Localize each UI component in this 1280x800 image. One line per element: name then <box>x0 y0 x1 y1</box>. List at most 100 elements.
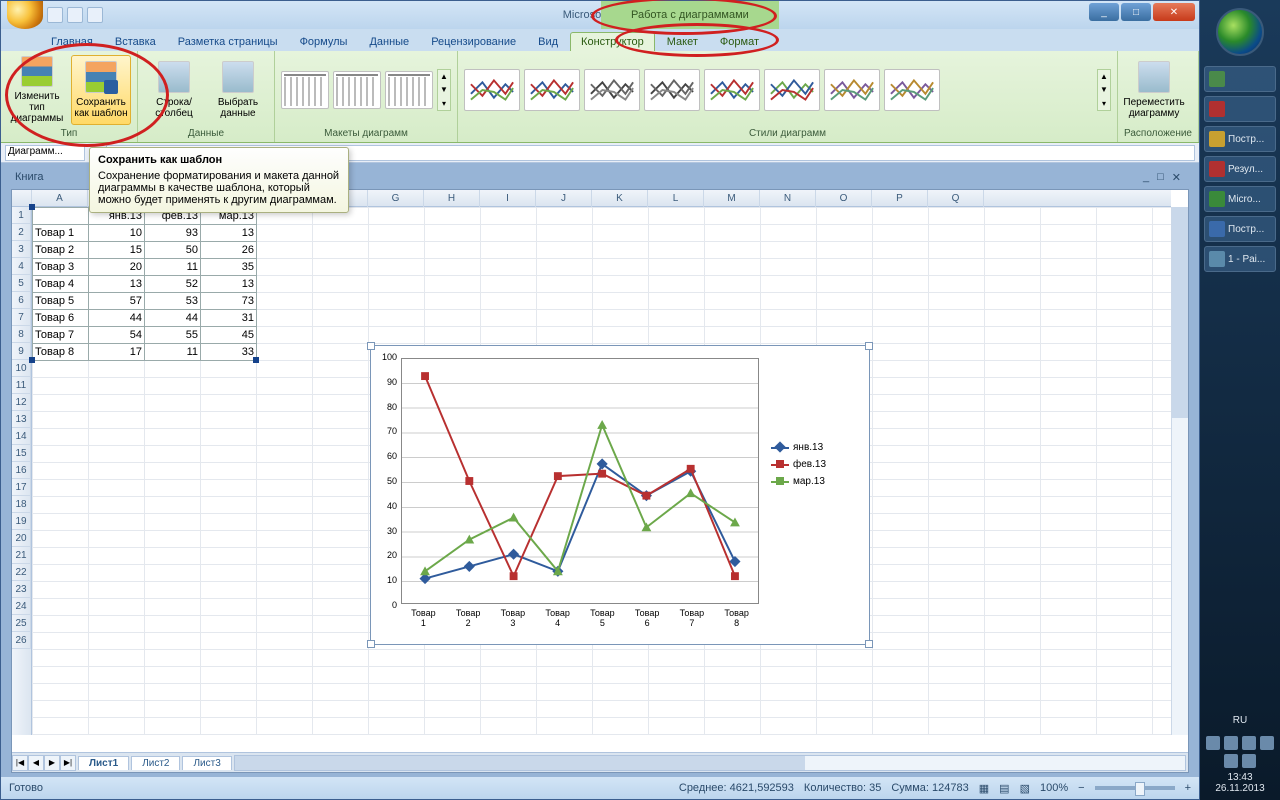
taskbar-item[interactable] <box>1204 96 1276 122</box>
row-header[interactable]: 16 <box>12 462 31 479</box>
move-chart-button[interactable]: Переместить диаграмму <box>1124 55 1184 125</box>
view-layout-icon[interactable]: ▤ <box>999 782 1009 795</box>
resize-handle[interactable] <box>865 640 873 648</box>
clock-date[interactable]: 26.11.2013 <box>1200 783 1280 794</box>
start-button[interactable] <box>1216 8 1264 56</box>
chart-style-preset[interactable] <box>824 69 880 111</box>
last-sheet-button[interactable]: ▶| <box>60 755 76 771</box>
cell-grid[interactable]: янв.13фев.13мар.13Товар 1109313Товар 215… <box>32 207 1171 735</box>
scrollbar-thumb[interactable] <box>1172 207 1188 418</box>
column-header[interactable]: P <box>872 190 928 207</box>
cell[interactable]: Товар 4 <box>33 276 89 293</box>
column-header[interactable]: N <box>760 190 816 207</box>
close-button[interactable]: ✕ <box>1153 3 1195 21</box>
name-box[interactable]: Диаграмм... <box>5 145 85 161</box>
tab-review[interactable]: Рецензирование <box>421 33 526 51</box>
chart-style-preset[interactable] <box>704 69 760 111</box>
maximize-button[interactable]: □ <box>1121 3 1151 21</box>
tab-chart-design[interactable]: Конструктор <box>570 32 655 51</box>
cell[interactable]: 57 <box>89 293 145 310</box>
cell[interactable]: 44 <box>145 310 201 327</box>
tab-insert[interactable]: Вставка <box>105 33 166 51</box>
row-header[interactable]: 7 <box>12 309 31 326</box>
view-pagebreak-icon[interactable]: ▧ <box>1020 782 1030 795</box>
chart-layout-preset[interactable] <box>281 71 329 109</box>
gallery-more-button[interactable]: ▾ <box>438 97 450 110</box>
cell[interactable]: 53 <box>145 293 201 310</box>
cell[interactable]: 44 <box>89 310 145 327</box>
chart-layout-preset[interactable] <box>333 71 381 109</box>
cell[interactable]: 20 <box>89 259 145 276</box>
row-header[interactable]: 13 <box>12 411 31 428</box>
embedded-chart[interactable]: янв.13фев.13мар.13 Товар1Товар2Товар3Тов… <box>370 345 870 645</box>
legend-entry[interactable]: янв.13 <box>771 442 861 453</box>
wb-maximize-button[interactable]: □ <box>1157 171 1164 184</box>
row-header[interactable]: 21 <box>12 547 31 564</box>
chart-layout-preset[interactable] <box>385 71 433 109</box>
chart-style-preset[interactable] <box>524 69 580 111</box>
resize-handle[interactable] <box>865 342 873 350</box>
scrollbar-thumb[interactable] <box>235 756 805 770</box>
gallery-more-button[interactable]: ▾ <box>1098 97 1110 110</box>
cell[interactable]: Товар 1 <box>33 225 89 242</box>
select-data-button[interactable]: Выбрать данные <box>208 55 268 125</box>
row-header[interactable]: 5 <box>12 275 31 292</box>
first-sheet-button[interactable]: |◀ <box>12 755 28 771</box>
zoom-slider[interactable] <box>1095 786 1175 790</box>
cell[interactable]: 93 <box>145 225 201 242</box>
gallery-up-button[interactable]: ▲ <box>1098 70 1110 83</box>
vertical-scrollbar[interactable] <box>1171 207 1188 735</box>
column-header[interactable]: J <box>536 190 592 207</box>
cell[interactable]: 15 <box>89 242 145 259</box>
gallery-down-button[interactable]: ▼ <box>1098 83 1110 96</box>
chart-plot-area[interactable] <box>401 358 759 604</box>
row-header[interactable]: 4 <box>12 258 31 275</box>
cell[interactable]: Товар 5 <box>33 293 89 310</box>
cell[interactable]: 13 <box>201 276 257 293</box>
row-header[interactable]: 17 <box>12 479 31 496</box>
wb-close-button[interactable]: ✕ <box>1172 171 1181 184</box>
language-indicator[interactable]: RU <box>1200 715 1280 726</box>
tab-page-layout[interactable]: Разметка страницы <box>168 33 288 51</box>
cell[interactable]: 50 <box>145 242 201 259</box>
chart-style-preset[interactable] <box>584 69 640 111</box>
taskbar-item[interactable]: Резул... <box>1204 156 1276 182</box>
chart-style-preset[interactable] <box>644 69 700 111</box>
row-header[interactable]: 3 <box>12 241 31 258</box>
cell[interactable]: 26 <box>201 242 257 259</box>
tray-icon[interactable] <box>1206 736 1220 750</box>
cell[interactable]: Товар 8 <box>33 344 89 361</box>
resize-handle[interactable] <box>367 640 375 648</box>
cell[interactable]: Товар 2 <box>33 242 89 259</box>
taskbar-item[interactable]: Постр... <box>1204 216 1276 242</box>
cell[interactable]: 13 <box>89 276 145 293</box>
clock-time[interactable]: 13:43 <box>1200 772 1280 783</box>
cell[interactable]: 10 <box>89 225 145 242</box>
row-header[interactable]: 23 <box>12 581 31 598</box>
cell[interactable]: 13 <box>201 225 257 242</box>
tray-icon[interactable] <box>1260 736 1274 750</box>
row-header[interactable]: 20 <box>12 530 31 547</box>
cell[interactable]: 11 <box>145 344 201 361</box>
column-header[interactable]: H <box>424 190 480 207</box>
minimize-button[interactable]: _ <box>1089 3 1119 21</box>
zoom-in-button[interactable]: + <box>1185 782 1191 794</box>
gallery-down-button[interactable]: ▼ <box>438 83 450 96</box>
change-chart-type-button[interactable]: Изменить тип диаграммы <box>7 55 67 125</box>
tray-icon[interactable] <box>1242 736 1256 750</box>
row-header[interactable]: 6 <box>12 292 31 309</box>
office-button[interactable] <box>7 1 43 29</box>
chart-style-preset[interactable] <box>464 69 520 111</box>
column-header[interactable]: A <box>32 190 88 207</box>
row-header[interactable]: 25 <box>12 615 31 632</box>
row-header[interactable]: 19 <box>12 513 31 530</box>
tab-view[interactable]: Вид <box>528 33 568 51</box>
chart-style-preset[interactable] <box>884 69 940 111</box>
column-header[interactable]: K <box>592 190 648 207</box>
tray-icon[interactable] <box>1224 736 1238 750</box>
cell[interactable]: 54 <box>89 327 145 344</box>
column-header[interactable]: M <box>704 190 760 207</box>
tab-formulas[interactable]: Формулы <box>290 33 358 51</box>
tab-chart-layout[interactable]: Макет <box>657 33 708 51</box>
prev-sheet-button[interactable]: ◀ <box>28 755 44 771</box>
